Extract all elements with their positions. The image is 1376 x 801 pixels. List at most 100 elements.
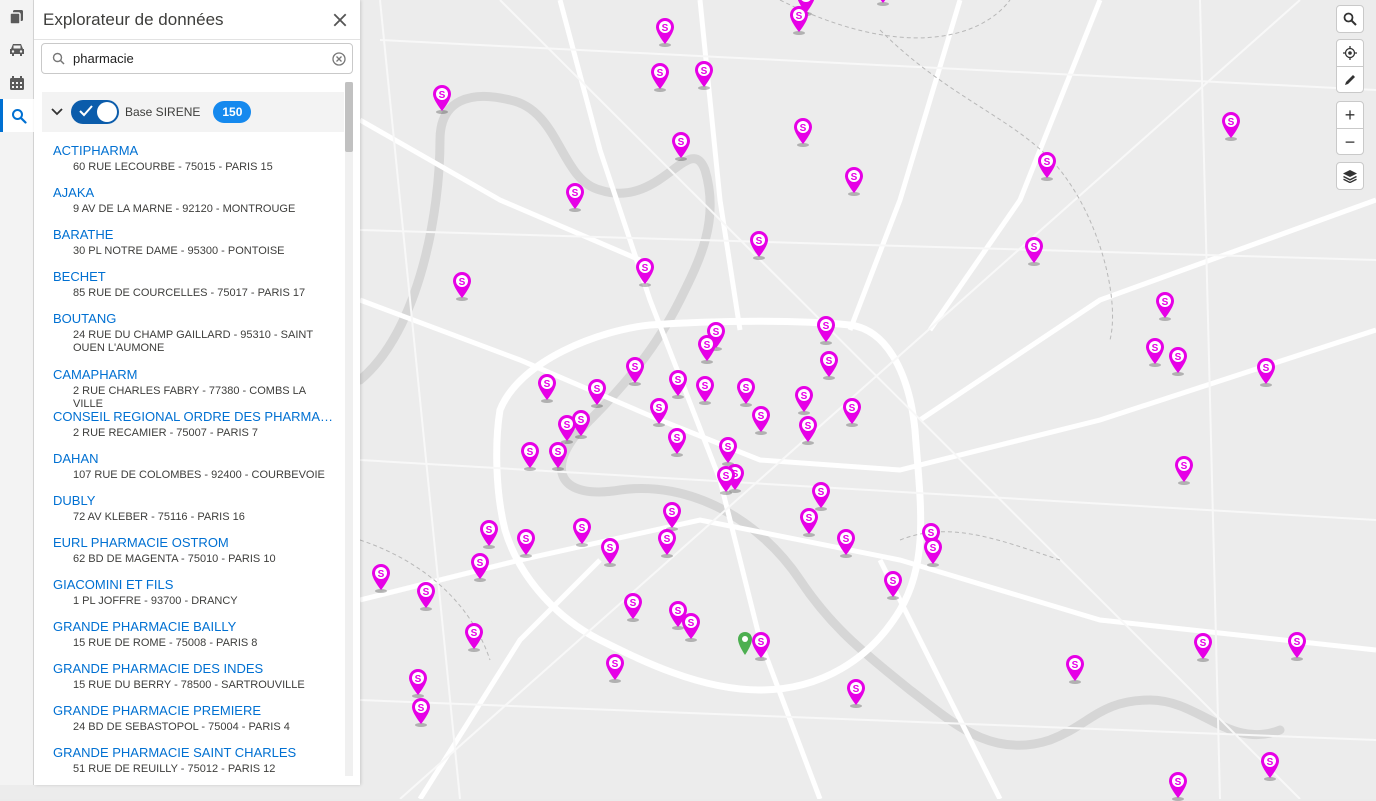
pharmacy-marker[interactable]: S <box>693 60 715 90</box>
rail-vehicle-button[interactable] <box>0 33 34 66</box>
chevron-down-icon[interactable] <box>51 106 63 118</box>
layer-toggle[interactable] <box>71 100 119 124</box>
pharmacy-marker[interactable]: S <box>469 552 491 582</box>
result-name[interactable]: GIACOMINI ET FILS <box>53 577 335 593</box>
pharmacy-marker[interactable]: S <box>431 84 453 114</box>
pharmacy-marker[interactable]: S <box>463 622 485 652</box>
pharmacy-marker[interactable]: S <box>696 334 718 364</box>
result-name[interactable]: BARATHE <box>53 227 335 243</box>
pharmacy-marker[interactable]: S <box>604 653 626 683</box>
pharmacy-marker[interactable]: S <box>1286 631 1308 661</box>
pharmacy-marker[interactable]: S <box>798 507 820 537</box>
pharmacy-marker[interactable]: S <box>648 397 670 427</box>
pharmacy-marker[interactable]: S <box>415 581 437 611</box>
result-name[interactable]: GRANDE PHARMACIE DES INDES <box>53 661 335 677</box>
pharmacy-marker[interactable]: S <box>788 5 810 35</box>
result-name[interactable]: BECHET <box>53 269 335 285</box>
pharmacy-marker[interactable]: S <box>715 465 737 495</box>
pharmacy-marker[interactable]: S <box>872 0 894 6</box>
pharmacy-marker[interactable]: S <box>667 369 689 399</box>
pharmacy-marker[interactable]: S <box>599 537 621 567</box>
result-item[interactable]: GRANDE PHARMACIE SAINT CHARLES 51 RUE DE … <box>53 745 335 787</box>
rail-search-button[interactable] <box>0 99 34 132</box>
pharmacy-marker[interactable]: S <box>793 385 815 415</box>
pharmacy-marker[interactable]: S <box>634 257 656 287</box>
pharmacy-marker[interactable]: S <box>797 415 819 445</box>
draw-button[interactable] <box>1337 66 1363 92</box>
map-search-button[interactable] <box>1337 6 1363 32</box>
pharmacy-marker[interactable]: S <box>547 441 569 471</box>
pharmacy-marker[interactable]: S <box>815 315 837 345</box>
pharmacy-marker[interactable]: S <box>735 377 757 407</box>
pharmacy-marker[interactable]: S <box>1036 151 1058 181</box>
pharmacy-marker[interactable]: S <box>1220 111 1242 141</box>
pharmacy-marker[interactable]: S <box>478 519 500 549</box>
pharmacy-marker[interactable]: S <box>451 271 473 301</box>
result-name[interactable]: ACTIPHARMA <box>53 143 335 159</box>
result-item[interactable]: GIACOMINI ET FILS 1 PL JOFFRE - 93700 - D… <box>53 577 335 619</box>
pharmacy-marker[interactable]: S <box>1173 455 1195 485</box>
pharmacy-marker[interactable]: S <box>841 397 863 427</box>
search-input[interactable] <box>73 51 332 66</box>
result-name[interactable]: CONSEIL REGIONAL ORDRE DES PHARMAC... <box>53 409 335 425</box>
zoom-out-button[interactable]: − <box>1337 128 1363 154</box>
result-name[interactable]: GRANDE PHARMACIE BAILLY <box>53 619 335 635</box>
result-item[interactable]: EURL PHARMACIE OSTROM 62 BD DE MAGENTA - … <box>53 535 335 577</box>
pharmacy-marker[interactable]: S <box>717 436 739 466</box>
pharmacy-marker[interactable]: S <box>680 612 702 642</box>
pharmacy-marker[interactable]: S <box>536 373 558 403</box>
rail-layers-button[interactable] <box>0 0 34 33</box>
selected-marker[interactable] <box>734 628 756 658</box>
pharmacy-marker[interactable]: S <box>843 166 865 196</box>
pharmacy-marker[interactable]: S <box>1064 654 1086 684</box>
pharmacy-marker[interactable]: S <box>661 501 683 531</box>
pharmacy-marker[interactable]: S <box>670 131 692 161</box>
pharmacy-marker[interactable]: S <box>656 528 678 558</box>
pharmacy-marker[interactable]: S <box>1167 346 1189 376</box>
pharmacy-marker[interactable]: S <box>922 537 944 567</box>
result-item[interactable]: GRANDE PHARMACIE PREMIERE 24 BD DE SEBAST… <box>53 703 335 745</box>
result-name[interactable]: EURL PHARMACIE OSTROM <box>53 535 335 551</box>
result-name[interactable]: GRANDE PHARMACIE PREMIERE <box>53 703 335 719</box>
pharmacy-marker[interactable]: S <box>654 17 676 47</box>
pharmacy-marker[interactable]: S <box>845 678 867 708</box>
pharmacy-marker[interactable]: S <box>835 528 857 558</box>
pharmacy-marker[interactable]: S <box>622 592 644 622</box>
pharmacy-marker[interactable]: S <box>882 570 904 600</box>
pharmacy-marker[interactable]: S <box>1167 771 1189 801</box>
result-item[interactable]: BARATHE 30 PL NOTRE DAME - 95300 - PONTOI… <box>53 227 335 269</box>
result-item[interactable]: BECHET 85 RUE DE COURCELLES - 75017 - PAR… <box>53 269 335 311</box>
pharmacy-marker[interactable]: S <box>410 697 432 727</box>
pharmacy-marker[interactable]: S <box>515 528 537 558</box>
pharmacy-marker[interactable]: S <box>818 350 840 380</box>
pharmacy-marker[interactable]: S <box>1023 236 1045 266</box>
result-item[interactable]: CONSEIL REGIONAL ORDRE DES PHARMAC... 2 R… <box>53 409 335 451</box>
zoom-in-button[interactable]: + <box>1337 102 1363 128</box>
pharmacy-marker[interactable]: S <box>1259 751 1281 781</box>
pharmacy-marker[interactable]: S <box>792 117 814 147</box>
pharmacy-marker[interactable]: S <box>571 517 593 547</box>
scrollbar-thumb[interactable] <box>345 82 353 152</box>
pharmacy-marker[interactable]: S <box>519 441 541 471</box>
pharmacy-marker[interactable]: S <box>694 375 716 405</box>
close-icon[interactable] <box>332 12 348 28</box>
pharmacy-marker[interactable]: S <box>1192 632 1214 662</box>
result-item[interactable]: DUBLY 72 AV KLEBER - 75116 - PARIS 16 <box>53 493 335 535</box>
locate-button[interactable] <box>1337 40 1363 66</box>
result-name[interactable]: GRANDE PHARMACIE SAINT CHARLES <box>53 745 335 761</box>
pharmacy-marker[interactable]: S <box>370 563 392 593</box>
result-name[interactable]: BOUTANG <box>53 311 335 327</box>
map-layers-button[interactable] <box>1337 163 1363 189</box>
result-item[interactable]: ACTIPHARMA 60 RUE LECOURBE - 75015 - PARI… <box>53 143 335 185</box>
result-name[interactable]: CAMAPHARM <box>53 367 335 383</box>
pharmacy-marker[interactable]: S <box>556 414 578 444</box>
pharmacy-marker[interactable]: S <box>1255 357 1277 387</box>
result-item[interactable]: BOUTANG 24 RUE DU CHAMP GAILLARD - 95310 … <box>53 311 335 367</box>
result-name[interactable]: AJAKA <box>53 185 335 201</box>
pharmacy-marker[interactable]: S <box>1144 337 1166 367</box>
pharmacy-marker[interactable]: S <box>750 405 772 435</box>
result-item[interactable]: GRANDE PHARMACIE DES INDES 15 RUE DU BERR… <box>53 661 335 703</box>
result-name[interactable]: DUBLY <box>53 493 335 509</box>
pharmacy-marker[interactable]: S <box>407 668 429 698</box>
pharmacy-marker[interactable]: S <box>649 62 671 92</box>
